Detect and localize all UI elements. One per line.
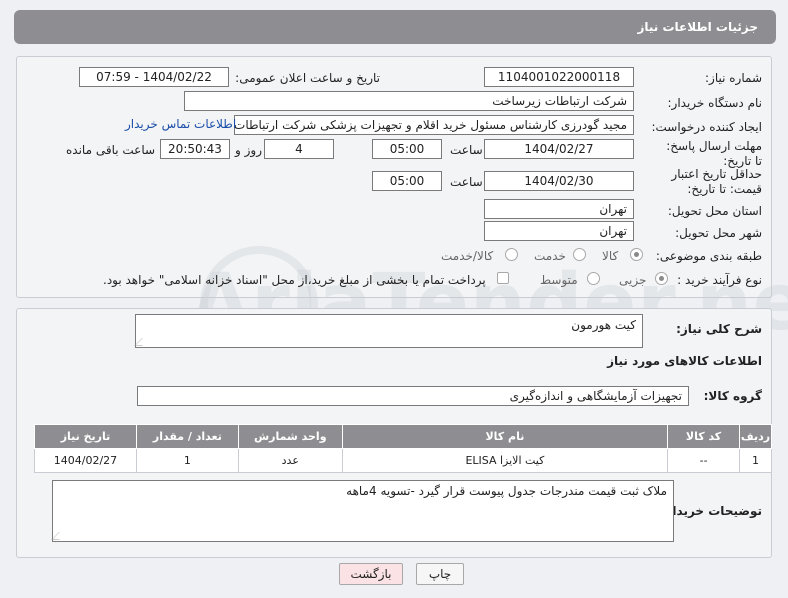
resize-grip-icon[interactable] [51, 532, 67, 540]
category-option-goods: کالا [602, 249, 619, 263]
category-label: طبقه بندی موضوعی: [655, 249, 762, 263]
col-row: ردیف [739, 424, 772, 449]
creator-field: مجید گودرزی کارشناس مسئول خرید اقلام و ت… [234, 115, 634, 135]
category-radio-service[interactable] [573, 248, 586, 261]
process-option-minor: جزیی [619, 273, 647, 287]
summary-text: کیت هورمون [571, 318, 636, 332]
table-row: 1 -- کیت الایزا ELISA عدد 1 1404/02/27 [34, 448, 772, 473]
category-option-service: خدمت [534, 249, 566, 263]
category-radio-goods[interactable] [630, 248, 643, 261]
process-label: نوع فرآیند خرید : [677, 273, 762, 287]
deadline-label: مهلت ارسال پاسخ: تا تاریخ: [666, 139, 762, 168]
goods-table-header: ردیف کد کالا نام کالا واحد شمارش تعداد /… [34, 424, 772, 449]
cell-unit: عدد [237, 448, 343, 473]
city-field: تهران [484, 221, 634, 241]
col-name: نام کالا [341, 424, 669, 449]
col-unit: واحد شمارش [237, 424, 343, 449]
buyer-notes-label: توضیحات خریدار: [660, 504, 762, 518]
cell-row: 1 [739, 448, 772, 473]
deadline-date-field: 1404/02/27 [484, 139, 634, 159]
remaining-label: ساعت باقی مانده [66, 143, 156, 157]
province-field: تهران [484, 199, 634, 219]
cell-code: -- [667, 448, 741, 473]
page-title: جزئیات اطلاعات نیاز [14, 10, 776, 44]
city-label: شهر محل تحویل: [675, 226, 762, 240]
validity-date-field: 1404/02/30 [484, 171, 634, 191]
contact-buyer-link[interactable]: اطلاعات تماس خریدار [125, 117, 236, 131]
remaining-time-field: 20:50:43 [160, 139, 230, 159]
province-label: استان محل تحویل: [667, 204, 762, 218]
process-option-medium: متوسط [540, 273, 578, 287]
goods-section-title: اطلاعات کالاهای مورد نیاز [607, 354, 762, 368]
announce-field: 1404/02/22 - 07:59 [79, 67, 229, 87]
validity-time-field: 05:00 [372, 171, 442, 191]
cell-date: 1404/02/27 [34, 448, 137, 473]
category-radio-goods-service[interactable] [505, 248, 518, 261]
summary-textarea[interactable]: کیت هورمون [134, 314, 643, 348]
buyer-field: شرکت ارتباطات زیرساخت [184, 91, 634, 111]
need-number-field: 1104001022000118 [484, 67, 634, 87]
days-label: روز و [235, 143, 262, 157]
col-date: تاریخ نیاز [34, 424, 137, 449]
deadline-time-label: ساعت [450, 143, 483, 157]
validity-time-label: ساعت [450, 175, 483, 189]
days-field: 4 [264, 139, 334, 159]
process-radio-medium[interactable] [587, 272, 600, 285]
buyer-label: نام دستگاه خریدار: [667, 96, 763, 110]
buyer-notes-text: ملاک ثبت قیمت مندرجات جدول پیوست قرار گی… [346, 484, 667, 498]
validity-label: حداقل تاریخ اعتبار قیمت: تا تاریخ: [671, 167, 762, 196]
summary-label: شرح کلی نیاز: [676, 322, 762, 336]
cell-qty: 1 [135, 448, 239, 473]
cell-name: کیت الایزا ELISA [341, 448, 669, 473]
treasury-payment-checkbox[interactable] [497, 272, 509, 284]
treasury-payment-note: پرداخت تمام یا بخشی از مبلغ خرید،از محل … [103, 273, 486, 287]
deadline-time-field: 05:00 [372, 139, 442, 159]
goods-group-label: گروه کالا: [703, 389, 762, 403]
need-number-label: شماره نیاز: [705, 71, 762, 85]
category-option-goods-service: کالا/خدمت [441, 249, 494, 263]
col-code: کد کالا [667, 424, 741, 449]
resize-grip-icon[interactable] [134, 338, 150, 346]
col-qty: تعداد / مقدار [135, 424, 239, 449]
goods-group-field: تجهیزات آزمایشگاهی و اندازه‌گیری [137, 386, 689, 406]
creator-label: ایجاد کننده درخواست: [651, 120, 762, 134]
announce-label: تاریخ و ساعت اعلان عمومی: [235, 71, 380, 85]
buyer-notes-textarea[interactable]: ملاک ثبت قیمت مندرجات جدول پیوست قرار گی… [51, 480, 674, 542]
goods-table: ردیف کد کالا نام کالا واحد شمارش تعداد /… [34, 424, 772, 473]
process-radio-minor[interactable] [655, 272, 668, 285]
print-button[interactable]: چاپ [416, 563, 464, 585]
back-button[interactable]: بازگشت [339, 563, 403, 585]
